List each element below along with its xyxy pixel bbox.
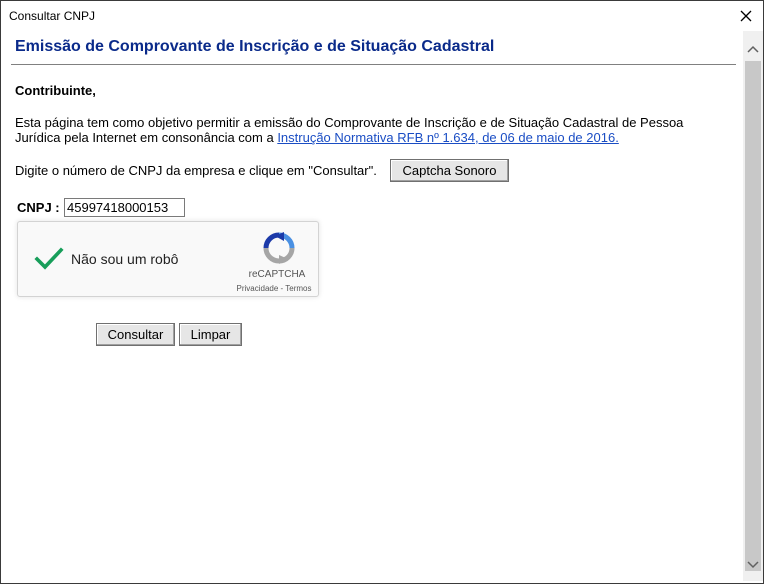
title-divider [11,64,736,65]
scroll-thumb[interactable] [745,61,761,571]
checkmark-icon [34,247,64,270]
scroll-up-button[interactable] [743,39,763,59]
chevron-up-icon [747,45,759,53]
page-content: Emissão de Comprovante de Inscrição e de… [1,31,743,581]
intro-paragraph: Esta página tem como objetivo permitir a… [15,115,715,145]
recaptcha-label: Não sou um robô [71,251,179,267]
greeting-text: Contribuinte, [15,83,96,98]
page-title: Emissão de Comprovante de Inscrição e de… [15,38,495,55]
recaptcha-checkbox[interactable] [34,244,64,274]
cnpj-label: CNPJ : [17,200,60,215]
dialog-window: Consultar CNPJ Emissão de Comprovante de… [0,0,764,584]
close-icon [740,10,752,22]
vertical-scrollbar[interactable] [743,31,763,581]
recaptcha-logo-icon [263,232,295,264]
title-bar[interactable]: Consultar CNPJ [1,1,763,31]
limpar-button[interactable]: Limpar [179,323,242,346]
recaptcha-widget: Não sou um robô reCAPTCHA Privacidade - … [17,221,319,297]
normative-instruction-link[interactable]: Instrução Normativa RFB nº 1.634, de 06 … [277,130,619,145]
recaptcha-brand: reCAPTCHA [248,269,306,280]
scroll-down-button[interactable] [743,555,763,575]
chevron-down-icon [747,561,759,569]
privacy-link[interactable]: Privacidade [236,284,278,293]
recaptcha-links: Privacidade - Termos [224,284,324,293]
terms-link[interactable]: Termos [285,284,311,293]
close-button[interactable] [735,5,757,27]
audio-captcha-button[interactable]: Captcha Sonoro [390,159,509,182]
window-title: Consultar CNPJ [9,9,96,23]
instruction-text: Digite o número de CNPJ da empresa e cli… [15,163,377,178]
consultar-button[interactable]: Consultar [96,323,175,346]
cnpj-input[interactable] [64,198,185,217]
